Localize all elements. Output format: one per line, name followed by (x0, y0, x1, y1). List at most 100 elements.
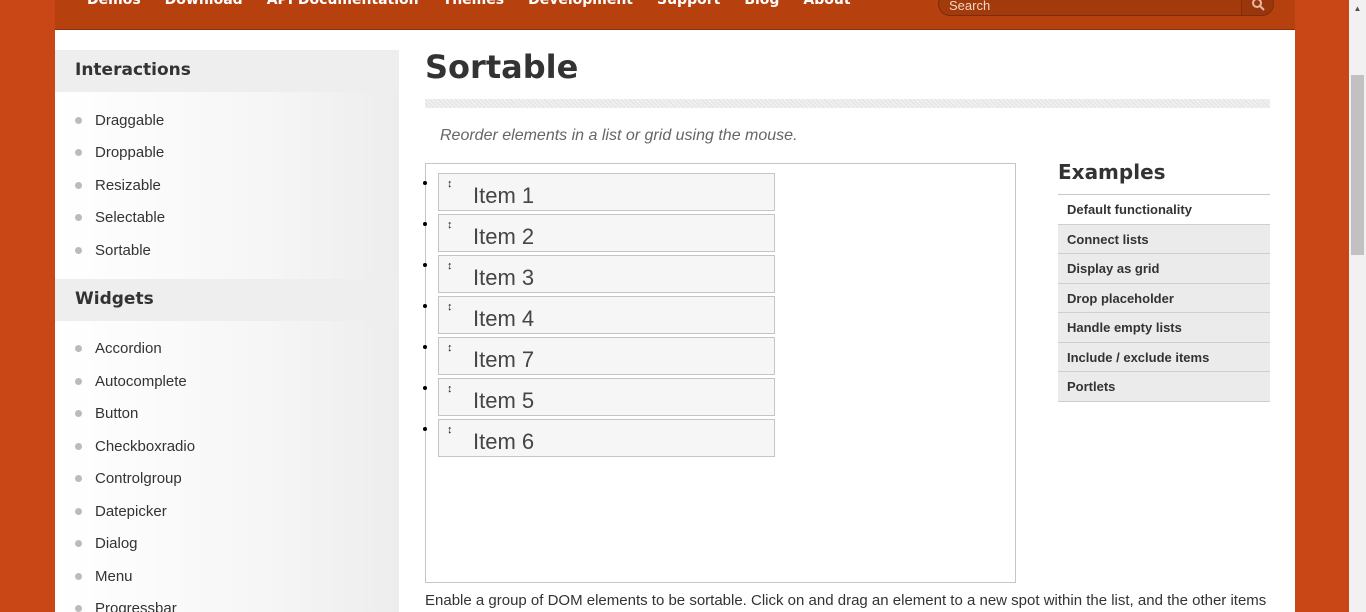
top-navigation-bar: Demos Download API Documentation Themes … (55, 0, 1295, 30)
example-include-exclude-items[interactable]: Include / exclude items (1058, 342, 1270, 372)
sortable-list: ↕Item 1 ↕Item 2 ↕Item 3 ↕Item 4 ↕Item 7 … (438, 173, 775, 460)
sidebar-item-label: Controlgroup (95, 470, 182, 488)
sortable-item[interactable]: ↕ Item 1 (438, 173, 775, 211)
sidebar-item-label: Autocomplete (95, 372, 187, 390)
sidebar-item-label: Draggable (95, 111, 165, 129)
nav-demos[interactable]: Demos (87, 0, 141, 8)
example-handle-empty-lists[interactable]: Handle empty lists (1058, 313, 1270, 343)
sidebar-item-label: Checkboxradio (95, 437, 196, 455)
sort-arrows-icon: ↕ (447, 424, 453, 436)
sort-arrows-icon: ↕ (447, 219, 453, 231)
bullet-icon (75, 246, 82, 254)
sortable-item-label: Item 5 (473, 388, 535, 413)
example-connect-lists[interactable]: Connect lists (1058, 224, 1270, 254)
bullet-icon (75, 410, 82, 418)
nav-download[interactable]: Download (165, 0, 243, 8)
sortable-item-label: Item 6 (473, 429, 535, 454)
sidebar-item-dialog[interactable]: Dialog (75, 528, 399, 561)
sidebar-item-droppable[interactable]: Droppable (75, 137, 399, 170)
bullet-icon (75, 149, 82, 157)
example-display-as-grid[interactable]: Display as grid (1058, 254, 1270, 284)
sortable-item[interactable]: ↕ Item 5 (438, 378, 775, 416)
scroll-thumb[interactable] (1351, 75, 1364, 255)
main-nav: Demos Download API Documentation Themes … (87, 0, 851, 8)
sortable-item[interactable]: ↕ Item 7 (438, 337, 775, 375)
title-divider (425, 99, 1270, 108)
sort-arrows-icon: ↕ (447, 383, 453, 395)
sidebar-item-selectable[interactable]: Selectable (75, 202, 399, 235)
page-subtitle: Reorder elements in a list or grid using… (440, 127, 798, 144)
examples-panel: Examples Default functionality Connect l… (1058, 160, 1270, 402)
bullet-icon (75, 572, 82, 580)
sidebar-item-resizable[interactable]: Resizable (75, 169, 399, 202)
sortable-item-label: Item 2 (473, 224, 535, 249)
bullet-icon (75, 345, 82, 353)
sidebar-item-autocomplete[interactable]: Autocomplete (75, 365, 399, 398)
sidebar-item-label: Sortable (95, 241, 151, 259)
sortable-item[interactable]: ↕ Item 2 (438, 214, 775, 252)
nav-about[interactable]: About (803, 0, 850, 8)
sortable-item-label: Item 3 (473, 265, 535, 290)
sidebar-item-sortable[interactable]: Sortable (75, 234, 399, 267)
sidebar-heading-interactions: Interactions (55, 50, 399, 92)
sidebar-item-label: Menu (95, 567, 133, 585)
interactions-list: Draggable Droppable Resizable Selectable… (55, 92, 399, 279)
sidebar-item-label: Button (95, 405, 139, 423)
bullet-icon (75, 214, 82, 222)
sort-arrows-icon: ↕ (447, 342, 453, 354)
description-text: Enable a group of DOM elements to be sor… (425, 592, 1267, 609)
search-input[interactable] (939, 0, 1241, 15)
nav-api-documentation[interactable]: API Documentation (267, 0, 419, 8)
sortable-item[interactable]: ↕ Item 6 (438, 419, 775, 457)
sidebar-item-datepicker[interactable]: Datepicker (75, 495, 399, 528)
bullet-icon (75, 377, 82, 385)
example-drop-placeholder[interactable]: Drop placeholder (1058, 283, 1270, 313)
examples-heading: Examples (1058, 160, 1270, 195)
sortable-item[interactable]: ↕ Item 4 (438, 296, 775, 334)
sidebar-item-accordion[interactable]: Accordion (75, 333, 399, 366)
sidebar-item-label: Resizable (95, 176, 161, 194)
bullet-icon (75, 181, 82, 189)
sidebar-item-button[interactable]: Button (75, 398, 399, 431)
sortable-item[interactable]: ↕ Item 3 (438, 255, 775, 293)
sidebar-item-draggable[interactable]: Draggable (75, 104, 399, 137)
nav-development[interactable]: Development (528, 0, 633, 8)
bullet-icon (75, 540, 82, 548)
page-title: Sortable (425, 48, 579, 86)
sidebar-item-menu[interactable]: Menu (75, 560, 399, 593)
sort-arrows-icon: ↕ (447, 301, 453, 313)
example-default-functionality[interactable]: Default functionality (1058, 195, 1270, 225)
sidebar: Interactions Draggable Droppable Resizab… (55, 50, 399, 612)
bullet-icon (75, 475, 82, 483)
sidebar-item-label: Datepicker (95, 502, 167, 520)
sidebar-item-label: Accordion (95, 340, 162, 358)
nav-support[interactable]: Support (657, 0, 720, 8)
bullet-icon (75, 442, 82, 450)
nav-themes[interactable]: Themes (443, 0, 504, 8)
scroll-up-arrow-icon[interactable]: ▲ (1349, 0, 1366, 17)
sortable-item-label: Item 1 (473, 183, 535, 208)
bullet-icon (75, 605, 82, 612)
search-button[interactable] (1241, 0, 1273, 15)
nav-blog[interactable]: Blog (744, 0, 779, 8)
widgets-list: Accordion Autocomplete Button Checkboxra… (55, 321, 399, 612)
page-content: Interactions Draggable Droppable Resizab… (55, 30, 1295, 612)
sortable-item-label: Item 7 (473, 347, 535, 372)
examples-list: Default functionality Connect lists Disp… (1058, 195, 1270, 402)
sortable-item-label: Item 4 (473, 306, 535, 331)
sidebar-item-label: Progressbar (95, 600, 177, 612)
sidebar-item-controlgroup[interactable]: Controlgroup (75, 463, 399, 496)
page-scrollbar[interactable]: ▲ (1349, 0, 1366, 612)
sort-arrows-icon: ↕ (447, 178, 453, 190)
sidebar-item-label: Droppable (95, 144, 165, 162)
sort-arrows-icon: ↕ (447, 260, 453, 272)
sidebar-item-checkboxradio[interactable]: Checkboxradio (75, 430, 399, 463)
sidebar-heading-widgets: Widgets (55, 278, 399, 321)
example-portlets[interactable]: Portlets (1058, 372, 1270, 402)
sidebar-item-progressbar[interactable]: Progressbar (75, 593, 399, 612)
sidebar-item-label: Dialog (95, 535, 138, 553)
bullet-icon (75, 116, 82, 124)
demo-frame: ↕Item 1 ↕Item 2 ↕Item 3 ↕Item 4 ↕Item 7 … (425, 163, 1016, 583)
search-box (938, 0, 1274, 16)
sidebar-item-label: Selectable (95, 209, 166, 227)
